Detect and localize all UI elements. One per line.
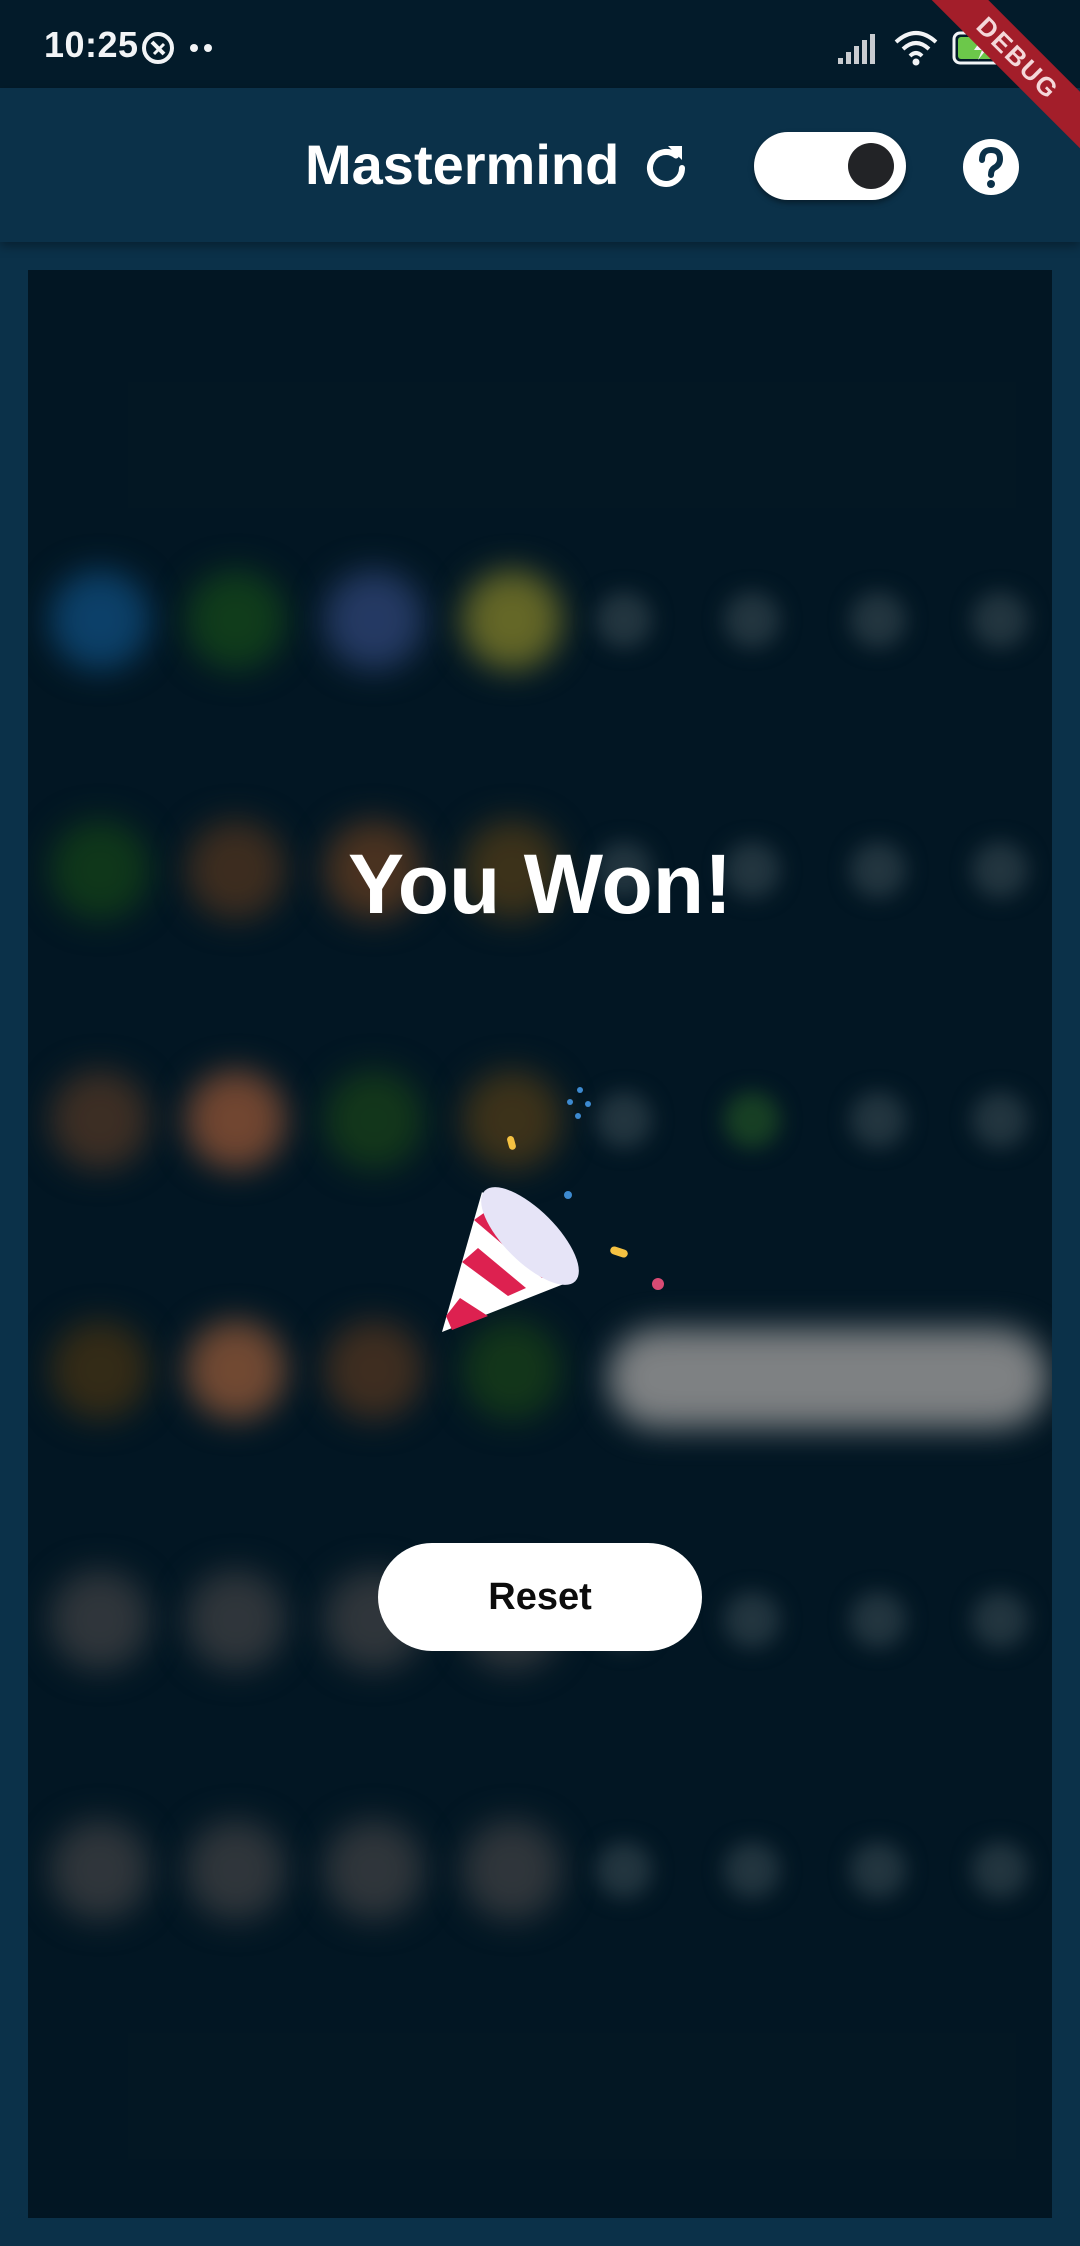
party-popper-icon <box>442 1087 664 1332</box>
more-notifications-icon <box>190 44 212 52</box>
do-not-disturb-icon <box>142 32 174 64</box>
app-bar: Mastermind <box>0 88 1080 242</box>
status-bar: 10:25 <box>0 0 1080 88</box>
help-icon[interactable] <box>962 138 1020 196</box>
refresh-icon[interactable] <box>638 140 694 196</box>
toggle-knob <box>848 143 894 189</box>
signal-icon <box>838 34 875 64</box>
theme-toggle[interactable] <box>754 132 906 200</box>
wifi-icon <box>894 31 938 66</box>
win-message: You Won! <box>347 837 733 931</box>
reset-button[interactable]: Reset <box>378 1543 702 1651</box>
status-time: 10:25 <box>44 24 139 65</box>
app-screen: 10:25 Mastermind DEBUG You Won! Reset <box>0 0 1080 2246</box>
app-title: Mastermind <box>305 133 620 196</box>
